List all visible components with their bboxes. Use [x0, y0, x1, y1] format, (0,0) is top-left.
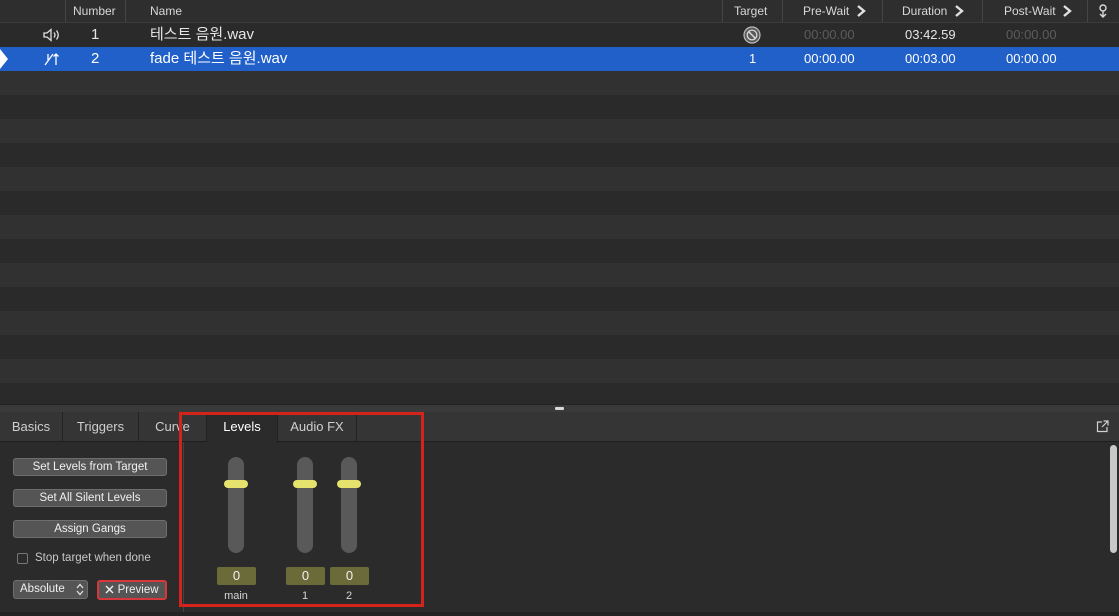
empty-row: [0, 71, 1119, 95]
tab-levels[interactable]: Levels: [207, 412, 278, 443]
cue-duration: 03:42.59: [905, 27, 956, 42]
panel-separator: [183, 442, 184, 616]
column-separator: [882, 0, 883, 22]
split-divider[interactable]: [0, 404, 1119, 412]
chevron-right-icon: [1063, 5, 1072, 17]
column-separator: [1087, 0, 1088, 22]
fader-main[interactable]: [224, 457, 248, 553]
cue-list: Number Name Target Pre-Wait Duration Pos…: [0, 0, 1119, 404]
preview-label: Preview: [117, 584, 159, 596]
cue-name: 테스트 음원.wav: [150, 26, 255, 43]
empty-row: [0, 215, 1119, 239]
column-separator: [982, 0, 983, 22]
level-mode-value: Absolute: [20, 583, 65, 595]
column-header-number[interactable]: Number: [73, 0, 116, 22]
empty-row: [0, 359, 1119, 383]
empty-row: [0, 191, 1119, 215]
inspector-scrollbar[interactable]: [1110, 445, 1117, 553]
duration-label: Duration: [902, 4, 948, 18]
cue-target: 1: [749, 51, 757, 66]
empty-row: [0, 383, 1119, 404]
empty-row: [0, 95, 1119, 119]
close-icon: [105, 585, 114, 594]
speaker-icon: [43, 28, 59, 42]
set-all-silent-levels-button[interactable]: Set All Silent Levels: [13, 489, 167, 507]
fader-label-1: 1: [301, 590, 309, 602]
bottom-edge: [0, 612, 1119, 616]
playhead-marker: [0, 49, 8, 69]
cue-post-wait: 00:00.00: [1006, 51, 1057, 66]
continue-mode-icon[interactable]: [1097, 4, 1109, 19]
tab-triggers[interactable]: Triggers: [63, 412, 139, 442]
cue-pre-wait: 00:00.00: [804, 27, 855, 42]
column-separator: [65, 0, 66, 22]
chevron-right-icon: [856, 5, 866, 17]
column-header-name[interactable]: Name: [150, 0, 182, 22]
fade-icon: [44, 53, 59, 66]
empty-row: [0, 239, 1119, 263]
preview-button[interactable]: Preview: [97, 580, 167, 600]
column-separator: [125, 0, 126, 22]
empty-row: [0, 335, 1119, 359]
cue-row-selected[interactable]: 2 fade 테스트 음원.wav 1 00:00.00 00:03.00 00…: [0, 47, 1119, 71]
cue-number: 1: [91, 26, 100, 43]
post-wait-label: Post-Wait: [1004, 4, 1056, 18]
empty-row: [0, 143, 1119, 167]
updown-arrows-icon: [76, 583, 84, 596]
column-header-post-wait[interactable]: Post-Wait: [1004, 0, 1072, 22]
fader-2[interactable]: [337, 457, 361, 553]
empty-row: [0, 167, 1119, 191]
column-separator: [782, 0, 783, 22]
empty-row: [0, 263, 1119, 287]
fader-thumb[interactable]: [293, 480, 317, 488]
cue-duration: 00:03.00: [905, 51, 956, 66]
fader-label-2: 2: [345, 590, 353, 602]
target-ok-icon: [743, 26, 761, 44]
stop-target-label: Stop target when done: [35, 552, 151, 564]
fader-thumb[interactable]: [337, 480, 361, 488]
cue-post-wait: 00:00.00: [1006, 27, 1057, 42]
chevron-right-icon: [954, 5, 964, 17]
level-field-2[interactable]: 0: [330, 567, 369, 585]
pre-wait-label: Pre-Wait: [803, 4, 850, 18]
inspector-tab-bar: Basics Triggers Curve Levels Audio FX: [0, 412, 1119, 443]
column-header-target[interactable]: Target: [734, 0, 767, 22]
cue-list-header: Number Name Target Pre-Wait Duration Pos…: [0, 0, 1119, 23]
set-levels-from-target-button[interactable]: Set Levels from Target: [13, 458, 167, 476]
tab-curve[interactable]: Curve: [139, 412, 207, 442]
empty-row: [0, 119, 1119, 143]
cue-name: fade 테스트 음원.wav: [150, 50, 288, 67]
inspector-panel: Basics Triggers Curve Levels Audio FX Se…: [0, 412, 1119, 616]
stop-target-checkbox[interactable]: [17, 553, 28, 564]
empty-row: [0, 287, 1119, 311]
fader-label-main: main: [224, 590, 248, 602]
column-header-duration[interactable]: Duration: [902, 0, 964, 22]
level-mode-select[interactable]: Absolute: [13, 580, 88, 599]
fader-1[interactable]: [293, 457, 317, 553]
level-field-main[interactable]: 0: [217, 567, 256, 585]
assign-gangs-button[interactable]: Assign Gangs: [13, 520, 167, 538]
tab-audio-fx[interactable]: Audio FX: [278, 412, 357, 442]
divider-grip-icon[interactable]: [555, 407, 564, 410]
tab-basics[interactable]: Basics: [0, 412, 63, 442]
cue-row[interactable]: 1 테스트 음원.wav 00:00.00 03:42.59 00:00.00: [0, 23, 1119, 47]
column-separator: [722, 0, 723, 22]
empty-row: [0, 311, 1119, 335]
level-field-1[interactable]: 0: [286, 567, 325, 585]
fader-thumb[interactable]: [224, 480, 248, 488]
cue-pre-wait: 00:00.00: [804, 51, 855, 66]
popout-icon[interactable]: [1096, 420, 1109, 433]
cue-number: 2: [91, 50, 100, 67]
column-header-pre-wait[interactable]: Pre-Wait: [803, 0, 866, 22]
